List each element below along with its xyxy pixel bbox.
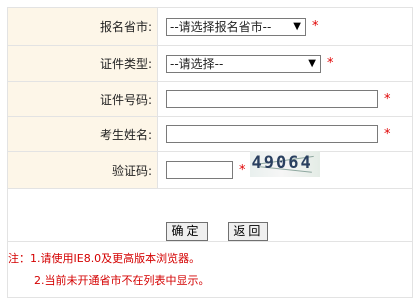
id-type-label: 证件类型: [7,45,158,82]
back-button[interactable]: 返回 [228,222,269,241]
required-mark: * [384,126,391,142]
id-type-select-value: --请选择-- [170,56,224,71]
name-row: 考生姓名: * [7,116,413,152]
id-type-row: 证件类型: --请选择-- ▼ * [7,45,413,82]
chevron-down-icon: ▼ [293,20,301,32]
buttons-row: 确定 返回 [7,188,413,242]
captcha-label: 验证码: [7,151,158,189]
province-row: 报名省市: --请选择报名省市-- ▼ * [7,7,413,46]
required-mark: * [312,19,319,34]
notes-row: 注：1.请使用IE8.0及更高版本浏览器。 2.当前未开通省市不在列表中显示。 [7,241,413,298]
required-mark: * [239,162,246,178]
captcha-row: 验证码: * 49064 [7,151,413,189]
confirm-button[interactable]: 确定 [165,222,208,241]
id-number-label: 证件号码: [7,81,158,117]
id-type-select[interactable]: --请选择-- ▼ [166,54,321,73]
required-mark: * [327,56,334,71]
note-line-1: 注：1.请使用IE8.0及更高版本浏览器。 [8,251,201,265]
province-label: 报名省市: [7,7,158,46]
province-select[interactable]: --请选择报名省市-- ▼ [166,17,306,36]
captcha-input[interactable] [166,161,233,179]
note-line-2: 2.当前未开通省市不在列表中显示。 [34,273,210,287]
name-input[interactable] [166,125,378,143]
login-form: 报名省市: --请选择报名省市-- ▼ * 证件类型: --请选择-- ▼ * … [7,7,413,298]
notes: 注：1.请使用IE8.0及更高版本浏览器。 2.当前未开通省市不在列表中显示。 [7,241,413,298]
id-number-input[interactable] [166,90,378,108]
chevron-down-icon: ▼ [308,57,316,69]
province-select-value: --请选择报名省市-- [170,19,272,34]
captcha-image[interactable]: 49064 [249,151,320,177]
name-label: 考生姓名: [7,116,158,152]
required-mark: * [384,91,391,107]
id-number-row: 证件号码: * [7,81,413,117]
captcha-text: 49064 [251,153,313,173]
